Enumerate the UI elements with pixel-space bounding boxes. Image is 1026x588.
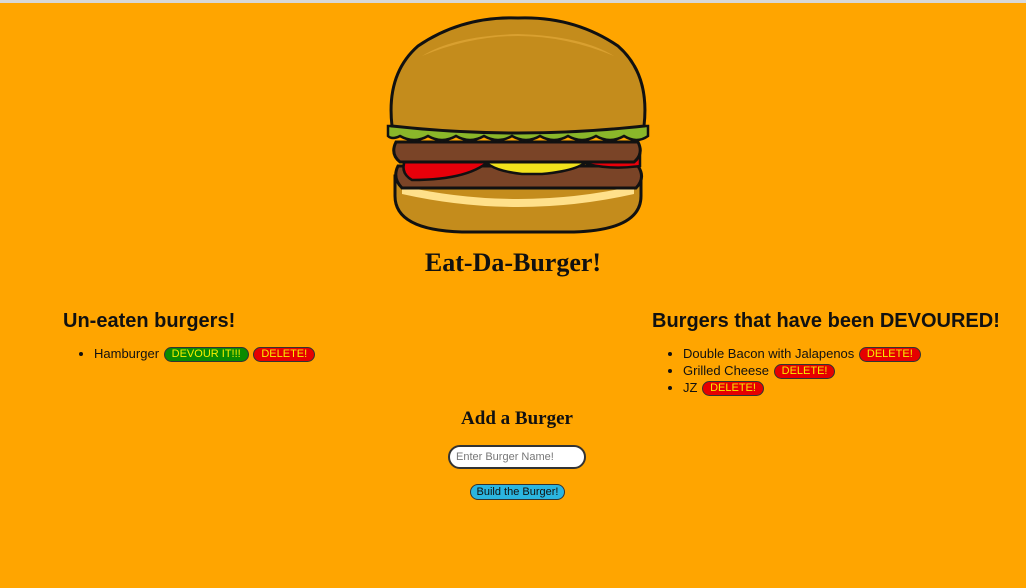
page-title: Eat-Da-Burger! [424, 248, 602, 277]
burger-logo-image [386, 16, 650, 234]
add-burger-heading: Add a Burger [461, 408, 573, 429]
list-item: JZ DELETE! [683, 379, 921, 397]
uneaten-heading: Un-eaten burgers! [63, 310, 236, 332]
devour-button[interactable]: DEVOUR IT!!! [163, 347, 249, 363]
burger-name: Double Bacon with Jalapenos [683, 346, 855, 361]
burger-name: Grilled Cheese [683, 363, 769, 378]
list-item: Double Bacon with Jalapenos DELETE! [683, 345, 921, 363]
delete-button[interactable]: DELETE! [773, 364, 836, 380]
list-item: Grilled Cheese DELETE! [683, 362, 921, 380]
uneaten-list: Hamburger DEVOUR IT!!! DELETE! [64, 345, 316, 363]
delete-button[interactable]: DELETE! [253, 347, 316, 363]
burger-name-input[interactable] [448, 445, 586, 469]
browser-top-edge [0, 0, 1026, 3]
burger-name: Hamburger [94, 346, 160, 361]
delete-button[interactable]: DELETE! [858, 347, 921, 363]
delete-button[interactable]: DELETE! [702, 381, 764, 397]
burger-name: JZ [683, 380, 698, 395]
devoured-heading: Burgers that have been DEVOURED! [652, 310, 1000, 332]
build-burger-button[interactable]: Build the Burger! [470, 484, 565, 500]
devoured-list: Double Bacon with Jalapenos DELETE! Gril… [653, 345, 921, 397]
list-item: Hamburger DEVOUR IT!!! DELETE! [94, 345, 316, 363]
